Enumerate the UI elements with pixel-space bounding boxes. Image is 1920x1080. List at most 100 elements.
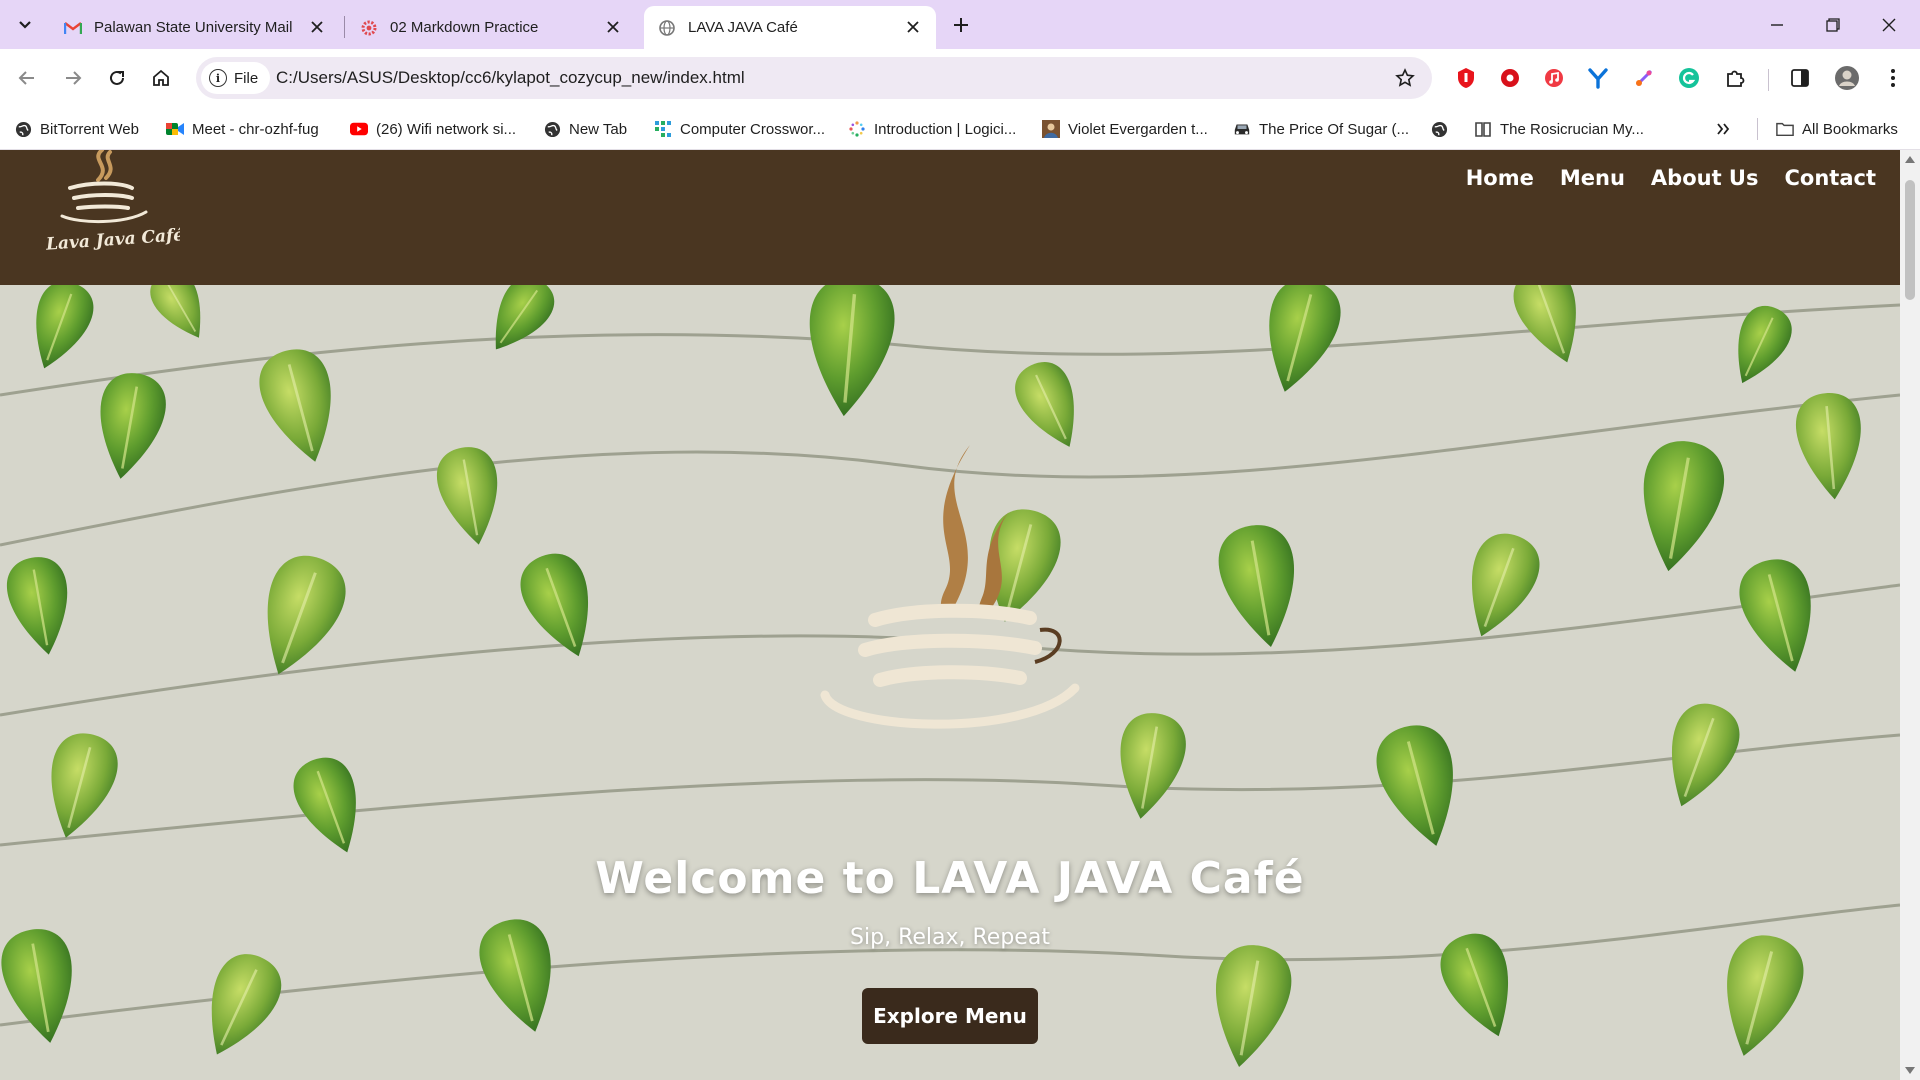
page-viewport: Lava Java Café Home Menu About Us Contac… (0, 150, 1920, 1080)
browser-menu-button[interactable] (1880, 65, 1906, 91)
home-icon (153, 69, 169, 86)
bookmark-item[interactable]: New Tab (543, 116, 627, 142)
url-text[interactable]: C:/Users/ASUS/Desktop/cc6/kylapot_cozycu… (276, 68, 745, 88)
y-logo-icon (1588, 68, 1608, 89)
nav-contact[interactable]: Contact (1785, 166, 1877, 190)
globe-icon (14, 120, 32, 138)
tab-search-button[interactable] (10, 10, 40, 40)
gmail-icon (64, 19, 82, 37)
toolbar-divider (1768, 69, 1769, 91)
bookmark-item[interactable]: (26) Wifi network si... (350, 116, 516, 142)
close-window-button[interactable] (1876, 12, 1902, 38)
bookmark-item[interactable]: Meet - chr-ozhf-fug (166, 116, 319, 142)
explore-menu-button[interactable]: Explore Menu (862, 988, 1038, 1044)
tab-lava-java[interactable]: LAVA JAVA Café (644, 6, 936, 49)
page-scrollbar[interactable] (1900, 150, 1920, 1080)
extensions-button[interactable] (1722, 65, 1748, 91)
bookmark-item[interactable]: Introduction | Logici... (848, 116, 1016, 142)
nav-menu[interactable]: Menu (1560, 166, 1625, 190)
book-icon (1474, 120, 1492, 138)
bookmark-item[interactable] (1430, 116, 1456, 142)
car-icon (1233, 120, 1251, 138)
tab-title: LAVA JAVA Café (688, 19, 798, 36)
restore-icon (1826, 18, 1840, 32)
more-vertical-icon (1891, 69, 1895, 87)
image-icon (1042, 120, 1060, 138)
tab-strip: Palawan State University Mail 02 Markdow… (0, 0, 1920, 49)
site-info-chip[interactable]: i File (201, 62, 271, 94)
home-button[interactable] (146, 63, 176, 93)
bookmarks-bar: BitTorrent Web Meet - chr-ozhf-fug (26) … (0, 108, 1920, 150)
music-extension[interactable] (1541, 65, 1567, 91)
side-panel-icon (1791, 69, 1809, 87)
chevron-down-icon (19, 21, 31, 29)
arrow-right-icon (66, 71, 82, 85)
bookmark-label: Violet Evergarden t... (1068, 120, 1208, 138)
main-nav: Home Menu About Us Contact (1466, 166, 1876, 190)
grammarly-extension[interactable] (1676, 65, 1702, 91)
grammarly-icon (1679, 68, 1699, 88)
bookmark-label: The Price Of Sugar (... (1259, 120, 1410, 138)
record-extension[interactable] (1497, 65, 1523, 91)
meet-icon (166, 120, 184, 138)
tab-separator (344, 16, 345, 38)
bookmark-label: Computer Crosswor... (680, 120, 826, 138)
close-tab-icon[interactable] (904, 18, 922, 36)
paint-extension[interactable] (1631, 65, 1657, 91)
info-icon: i (209, 69, 227, 87)
nav-about-us[interactable]: About Us (1651, 166, 1759, 190)
minimize-button[interactable] (1764, 12, 1790, 38)
more-bookmarks-button[interactable] (1716, 116, 1730, 142)
close-tab-icon[interactable] (604, 18, 622, 36)
y-extension[interactable] (1585, 65, 1611, 91)
brush-icon (1635, 69, 1653, 87)
tab-markdown[interactable]: 02 Markdown Practice (346, 6, 636, 49)
tab-gmail[interactable]: Palawan State University Mail (50, 6, 340, 49)
minimize-icon (1771, 24, 1783, 26)
shield-icon (1458, 68, 1474, 88)
bookmark-item[interactable]: The Price Of Sugar (... (1233, 116, 1409, 142)
hero-title: Welcome to LAVA JAVA Café (595, 853, 1305, 904)
scroll-down-arrow-icon[interactable] (1905, 1067, 1915, 1074)
bookmark-label: (26) Wifi network si... (376, 120, 517, 138)
arrow-left-icon (18, 71, 34, 85)
bookmark-label: Meet - chr-ozhf-fug (192, 120, 319, 138)
bookmark-item[interactable]: Violet Evergarden t... (1042, 116, 1208, 142)
nav-home[interactable]: Home (1466, 166, 1534, 190)
close-tab-icon[interactable] (308, 18, 326, 36)
record-icon (1501, 69, 1519, 87)
bookmark-star-button[interactable] (1392, 65, 1418, 91)
grid-icon (654, 120, 672, 138)
bookmark-label: Introduction | Logici... (874, 120, 1017, 138)
star-icon (1395, 68, 1415, 87)
music-icon (1545, 69, 1563, 87)
hero-section: Welcome to LAVA JAVA Café Sip, Relax, Re… (0, 285, 1900, 1080)
restore-button[interactable] (1820, 12, 1846, 38)
new-tab-button[interactable] (948, 12, 974, 38)
adblock-extension[interactable] (1453, 65, 1479, 91)
bookmark-item[interactable]: Computer Crosswor... (654, 116, 825, 142)
site-header: Lava Java Café Home Menu About Us Contac… (0, 150, 1900, 285)
coffee-cup-hero-icon (820, 445, 1080, 729)
profile-avatar[interactable] (1834, 65, 1860, 91)
back-button[interactable] (12, 63, 42, 93)
all-bookmarks-label: All Bookmarks (1802, 120, 1898, 138)
browser-toolbar: i File C:/Users/ASUS/Desktop/cc6/kylapot… (0, 49, 1920, 108)
sparkle-icon (848, 120, 866, 138)
gear-icon (360, 19, 378, 37)
scrollbar-thumb[interactable] (1905, 180, 1915, 300)
avatar-icon (1835, 66, 1859, 90)
side-panel-button[interactable] (1787, 65, 1813, 91)
double-chevron-right-icon (1717, 123, 1730, 135)
bookmark-item[interactable]: BitTorrent Web (14, 116, 139, 142)
scroll-up-arrow-icon[interactable] (1905, 156, 1915, 163)
globe-icon (658, 19, 676, 37)
address-bar[interactable]: i File C:/Users/ASUS/Desktop/cc6/kylapot… (196, 57, 1432, 99)
bookmark-item[interactable]: The Rosicrucian My... (1474, 116, 1644, 142)
reload-icon (110, 70, 124, 85)
site-logo[interactable]: Lava Java Café (40, 150, 185, 256)
bookmark-label: The Rosicrucian My... (1500, 120, 1644, 138)
all-bookmarks-button[interactable]: All Bookmarks (1776, 116, 1898, 142)
forward-button[interactable] (58, 63, 88, 93)
reload-button[interactable] (102, 63, 132, 93)
